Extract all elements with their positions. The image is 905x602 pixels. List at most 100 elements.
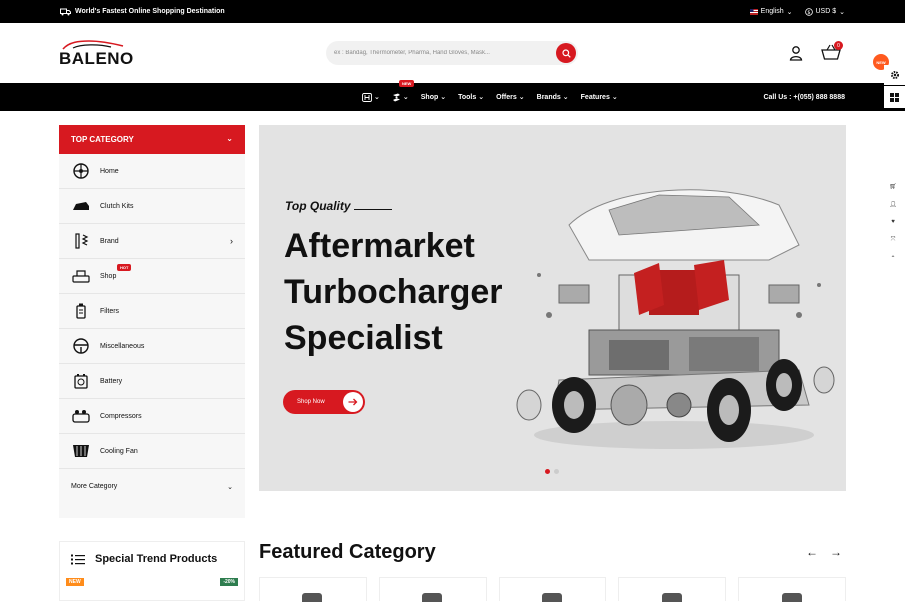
suzuki-logo-icon: [392, 93, 400, 101]
category-label: Compressors: [100, 412, 142, 420]
nav-label: Features: [580, 93, 610, 101]
hero-title: Aftermarket Turbocharger Specialist: [284, 223, 503, 361]
slider-dot[interactable]: [545, 469, 550, 474]
heart-icon[interactable]: ♥: [887, 216, 899, 228]
featured-cards: [259, 577, 846, 602]
hero-title-line: Turbocharger: [284, 273, 503, 311]
featured-card[interactable]: [618, 577, 727, 602]
car-part-icon: [72, 197, 90, 215]
cart-icon[interactable]: 🛒︎: [887, 180, 899, 192]
featured-card[interactable]: [259, 577, 367, 602]
hot-badge: HOT: [117, 264, 132, 271]
chevron-down-icon: ⌄: [518, 94, 525, 101]
arrow-right-icon[interactable]: →: [830, 545, 842, 559]
nav-brand-suzuki[interactable]: ⌄: [392, 93, 409, 102]
slider-dots: [545, 469, 559, 474]
category-label: Clutch Kits: [100, 202, 134, 210]
category-item-filters[interactable]: Filters: [59, 294, 245, 329]
delivery-truck-icon: [60, 8, 71, 15]
trend-title: Special Trend Products: [71, 553, 217, 565]
featured-card[interactable]: [378, 577, 487, 602]
category-header[interactable]: TOP CATEGORY ⌄: [59, 125, 245, 154]
chevron-down-icon: ⌄: [226, 134, 233, 143]
site-logo[interactable]: BALENO: [59, 40, 133, 69]
logo-text: BALENO: [59, 49, 134, 68]
nav-features[interactable]: Features ⌄: [580, 93, 618, 102]
gear-icon: [890, 71, 899, 79]
tagline-text: World's Fastest Online Shopping Destinat…: [75, 8, 225, 15]
discount-badge: -20%: [220, 578, 238, 586]
nav-brand-honda[interactable]: ⌄: [362, 92, 380, 102]
us-flag-icon: [749, 8, 758, 15]
cart-count-badge: 0: [834, 41, 843, 50]
search-button[interactable]: [556, 43, 576, 63]
language-selector[interactable]: English ⌄: [749, 8, 793, 16]
category-header-label: TOP CATEGORY: [71, 135, 134, 144]
arrow-left-icon[interactable]: ←: [806, 545, 818, 559]
more-category-toggle[interactable]: More Category ⌄: [59, 469, 245, 504]
chevron-down-icon: ⌄: [440, 94, 447, 101]
new-badge: NEW: [66, 578, 84, 586]
shop-now-button[interactable]: Shop Now: [283, 390, 365, 414]
nav-offers[interactable]: Offers ⌄: [496, 93, 525, 102]
currency-icon: $: [804, 7, 813, 15]
featured-category-title: Featured Category: [259, 541, 436, 563]
compare-icon[interactable]: ⤧: [887, 234, 899, 246]
user-icon[interactable]: 👤︎: [887, 198, 899, 210]
category-item-miscellaneous[interactable]: Miscellaneous: [59, 329, 245, 364]
hero-title-line: Specialist: [284, 319, 443, 357]
nav-new-badge: NEW: [399, 80, 415, 87]
category-item-compressors[interactable]: Compressors: [59, 399, 245, 434]
list-icon: [71, 554, 85, 564]
hero-title-line: Aftermarket: [284, 227, 475, 265]
chevron-down-icon: ⌄: [478, 94, 485, 101]
chevron-down-icon: ⌄: [839, 8, 845, 16]
category-panel: TOP CATEGORY ⌄ Home Clutch Kits Brand › …: [59, 125, 245, 518]
featured-nav-arrows: ← →: [806, 545, 842, 559]
user-account-icon[interactable]: [788, 45, 804, 61]
nav-brands[interactable]: Brands ⌄: [537, 93, 569, 102]
category-label: Battery: [100, 377, 123, 385]
nav-tools[interactable]: Tools ⌄: [458, 93, 485, 102]
category-label: Home: [100, 167, 119, 175]
chevron-down-icon: ⌄: [374, 94, 380, 101]
layout-button[interactable]: [884, 86, 905, 108]
category-label: Brand: [100, 237, 119, 245]
nav-label: Offers: [496, 93, 517, 101]
category-item-battery[interactable]: Battery: [59, 364, 245, 399]
category-item-home[interactable]: Home: [59, 154, 245, 189]
category-item-brand[interactable]: Brand ›: [59, 224, 245, 259]
call-us[interactable]: Call Us : +(055) 888 8888: [763, 83, 845, 111]
chevron-down-icon: ⌄: [227, 483, 233, 491]
hero-banner: Top Quality Aftermarket Turbocharger Spe…: [259, 125, 846, 491]
category-item-shop[interactable]: Shop HOT: [59, 259, 245, 294]
nav-label: Shop: [420, 93, 439, 101]
shock-absorber-icon: [72, 232, 90, 250]
currency-label: USD $: [815, 8, 837, 15]
wheel-icon: [72, 162, 90, 180]
category-label: Filters: [100, 307, 120, 315]
nav-label: Tools: [458, 93, 477, 101]
category-item-clutch-kits[interactable]: Clutch Kits: [59, 189, 245, 224]
search-input[interactable]: [334, 50, 544, 56]
fan-icon: [72, 442, 90, 460]
main-nav: ⌄ ⌄ Shop ⌄ Tools ⌄ Offers ⌄ Brands ⌄ Feature…: [0, 83, 905, 111]
chevron-down-icon: ⌄: [786, 8, 793, 16]
chevron-up-icon[interactable]: ⌃: [887, 252, 899, 264]
featured-card[interactable]: [738, 577, 846, 602]
slider-dot[interactable]: [554, 469, 559, 474]
honda-logo-icon: [362, 92, 372, 102]
featured-card[interactable]: [498, 577, 607, 602]
hero-eyebrow: Top Quality: [285, 199, 351, 213]
arrow-right-icon: [343, 392, 363, 412]
chevron-right-icon: ›: [230, 236, 233, 246]
settings-button[interactable]: [884, 65, 905, 85]
category-label: Miscellaneous: [100, 342, 145, 350]
category-item-cooling-fan[interactable]: Cooling Fan: [59, 434, 245, 469]
search-icon: [561, 48, 571, 58]
currency-selector[interactable]: $ USD $ ⌄: [804, 7, 845, 16]
compressor-icon: [72, 407, 90, 425]
steering-wheel-icon: [72, 337, 90, 355]
shop-now-label: Shop Now: [297, 399, 325, 405]
nav-shop[interactable]: Shop ⌄: [420, 93, 447, 102]
